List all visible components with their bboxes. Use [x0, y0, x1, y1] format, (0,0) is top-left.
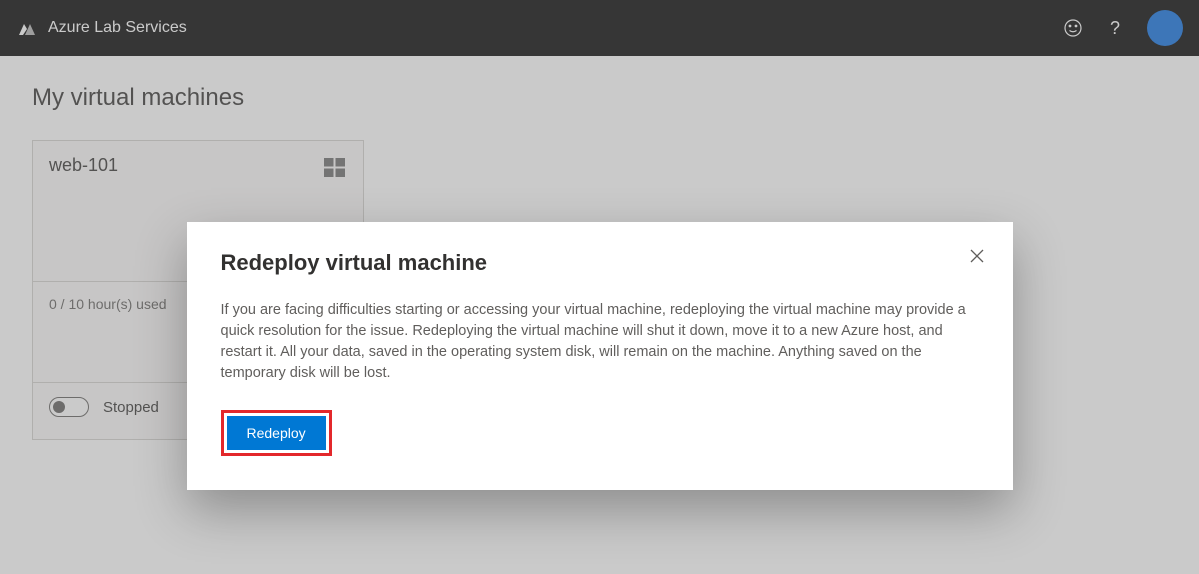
dialog-title: Redeploy virtual machine — [221, 250, 979, 276]
redeploy-button[interactable]: Redeploy — [227, 416, 326, 450]
redeploy-dialog: Redeploy virtual machine If you are faci… — [187, 222, 1013, 490]
dialog-body: If you are facing difficulties starting … — [221, 300, 979, 384]
redeploy-highlight: Redeploy — [221, 410, 332, 456]
modal-overlay[interactable]: Redeploy virtual machine If you are faci… — [0, 0, 1199, 574]
close-icon[interactable] — [965, 244, 989, 268]
